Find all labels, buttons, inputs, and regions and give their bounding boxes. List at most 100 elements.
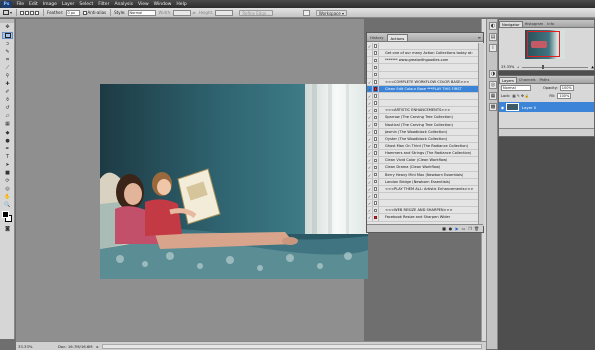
lock-pixels-icon[interactable]: ✎ bbox=[517, 94, 520, 98]
quick-select-tool-icon[interactable]: ✎ bbox=[2, 48, 13, 56]
info-dock-icon[interactable]: i bbox=[489, 44, 497, 52]
action-row[interactable]: ✓ Nautical (The Carving Tree Collection) bbox=[367, 121, 478, 129]
tab-navigator[interactable]: Navigator bbox=[499, 21, 523, 27]
workspace-button[interactable]: Workspace ▾ bbox=[315, 9, 347, 16]
panel-menu-icon[interactable]: ≡ bbox=[478, 35, 483, 41]
lock-transparency-icon[interactable]: ▦ bbox=[512, 94, 515, 98]
color-swatches[interactable] bbox=[0, 210, 14, 224]
crop-tool-icon[interactable]: ⌗ bbox=[2, 56, 13, 64]
dodge-tool-icon[interactable]: ● bbox=[2, 137, 13, 145]
record-icon[interactable]: ● bbox=[448, 226, 453, 231]
dialog-toggle-icon[interactable] bbox=[373, 71, 379, 78]
stop-icon[interactable]: ■ bbox=[442, 226, 447, 231]
action-row[interactable]: ✓ Clean Drama (Clean Workflow) bbox=[367, 164, 478, 172]
zoom-tool-icon[interactable]: 🔍 bbox=[2, 202, 13, 210]
tab-actions[interactable]: Actions bbox=[386, 34, 409, 41]
menu-file[interactable]: File bbox=[14, 2, 27, 7]
blend-mode-select[interactable]: Normal bbox=[501, 85, 531, 91]
foreground-color-swatch[interactable] bbox=[2, 211, 9, 219]
action-row[interactable]: ✓ Ghost Man On Third (The Radiance Collec… bbox=[367, 142, 478, 151]
action-row[interactable]: Get one of our many Action Collections t… bbox=[367, 50, 478, 58]
width-input[interactable] bbox=[173, 9, 192, 16]
layer-name[interactable]: Layer 0 bbox=[522, 105, 536, 110]
tab-history[interactable]: History bbox=[367, 34, 387, 41]
healing-brush-tool-icon[interactable]: ✚ bbox=[2, 80, 13, 88]
action-row[interactable] bbox=[367, 64, 478, 72]
fill-input[interactable]: 100% bbox=[557, 93, 572, 99]
action-row[interactable]: ✓ Sparrow (The Carving Tree Collection) bbox=[367, 114, 478, 122]
action-row[interactable]: ✓ <<<PLAY THEM ALL: Artistic Enhancements… bbox=[367, 185, 478, 193]
navigator-dock-icon[interactable]: ◐ bbox=[489, 22, 497, 30]
document-photo[interactable] bbox=[100, 84, 368, 279]
style-select[interactable]: Normal bbox=[127, 9, 156, 16]
menu-window[interactable]: Window bbox=[151, 2, 174, 7]
action-row[interactable]: ✓ Clean Vivid Color (Clean Workflow) bbox=[367, 157, 478, 165]
tab-info[interactable]: Info bbox=[545, 21, 556, 27]
new-set-icon[interactable]: ▭ bbox=[461, 226, 466, 231]
antialias-checkbox[interactable] bbox=[82, 10, 87, 15]
action-row[interactable]: ✓ bbox=[367, 92, 478, 101]
toolbox-grip[interactable] bbox=[0, 19, 14, 23]
dialog-toggle-icon[interactable] bbox=[373, 64, 379, 71]
dialog-toggle-icon[interactable] bbox=[373, 192, 379, 200]
gradient-tool-icon[interactable]: ▦ bbox=[2, 121, 13, 129]
hand-tool-icon[interactable]: ✋ bbox=[2, 194, 13, 202]
action-row[interactable]: ✓ bbox=[367, 43, 478, 51]
eraser-tool-icon[interactable]: ▱ bbox=[2, 113, 13, 121]
action-row[interactable]: ✓ <<<ARTISTIC ENHANCEMENTS>>> bbox=[367, 107, 478, 115]
play-icon[interactable]: ▶ bbox=[455, 226, 460, 231]
action-row[interactable]: ✓ Clean Edit Colour Base ***PLAY THIS FIR… bbox=[367, 85, 478, 93]
document-horizontal-scrollbar[interactable] bbox=[102, 343, 482, 349]
dialog-toggle-icon[interactable] bbox=[373, 100, 379, 107]
navigator-view-box[interactable] bbox=[527, 31, 560, 57]
new-action-icon[interactable]: ❐ bbox=[468, 226, 473, 231]
swap-icon[interactable]: ⇄ bbox=[192, 10, 195, 15]
status-menu-arrow-icon[interactable]: ▸ bbox=[97, 344, 99, 349]
lock-position-icon[interactable]: ✥ bbox=[521, 94, 524, 98]
action-row[interactable]: ✓ <<<COMPLETE WORKFLOW COLOR BASE>>> bbox=[367, 78, 478, 86]
layer-row[interactable]: ◉ Layer 0 bbox=[499, 102, 594, 112]
clone-stamp-tool-icon[interactable]: ⚱ bbox=[2, 96, 13, 104]
move-tool-icon[interactable]: ✥ bbox=[2, 24, 13, 32]
shape-tool-icon[interactable]: ■ bbox=[2, 169, 13, 177]
path-selection-tool-icon[interactable]: ➤ bbox=[2, 161, 13, 169]
lock-all-icon[interactable]: 🔒 bbox=[525, 94, 529, 98]
adjustments-dock-icon[interactable]: ◑ bbox=[489, 70, 497, 78]
zoom-out-icon[interactable]: ▵ bbox=[517, 65, 519, 69]
action-row[interactable]: ✓ Facebook Resize and Sharpen Wider bbox=[367, 214, 478, 222]
marquee-tool-preset[interactable]: ▾ bbox=[3, 10, 12, 15]
action-row[interactable]: ✓ London Bridge (Newborn Essentials) bbox=[367, 178, 478, 186]
action-row[interactable]: ✓ Jasmin (The Woodblock Collection) bbox=[367, 128, 478, 136]
menu-view[interactable]: View bbox=[135, 2, 151, 7]
refine-edge-button[interactable]: Refine Edge... bbox=[239, 9, 274, 16]
histogram-dock-icon[interactable]: ▤ bbox=[489, 33, 497, 41]
delete-icon[interactable]: 🗑 bbox=[474, 226, 479, 231]
opacity-input[interactable]: 100% bbox=[559, 85, 574, 91]
dialog-toggle-icon[interactable] bbox=[373, 43, 379, 50]
quick-mask-icon[interactable]: ◙ bbox=[2, 225, 13, 233]
action-row[interactable]: ******* www.greatwithgoodies.com bbox=[367, 57, 478, 65]
navigator-zoom-value[interactable]: 33.33% bbox=[501, 65, 514, 69]
3d-orbit-tool-icon[interactable]: ◎ bbox=[2, 185, 13, 193]
zoom-slider-knob[interactable] bbox=[541, 64, 545, 69]
action-row[interactable] bbox=[367, 71, 478, 79]
history-brush-tool-icon[interactable]: ↺ bbox=[2, 105, 13, 113]
menu-analysis[interactable]: Analysis bbox=[112, 2, 136, 7]
tab-paths[interactable]: Paths bbox=[538, 77, 552, 83]
height-input[interactable] bbox=[215, 9, 234, 16]
action-row[interactable]: ✓ bbox=[367, 100, 478, 108]
tab-channels[interactable]: Channels bbox=[517, 77, 538, 83]
brush-tool-icon[interactable]: ✐ bbox=[2, 88, 13, 96]
menu-layer[interactable]: Layer bbox=[59, 2, 77, 7]
action-row[interactable]: ✓ bbox=[367, 192, 478, 201]
dialog-toggle-icon[interactable] bbox=[373, 200, 379, 207]
pen-tool-icon[interactable]: ✒ bbox=[2, 145, 13, 153]
tab-histogram[interactable]: Histogram bbox=[523, 21, 546, 27]
eyedropper-tool-icon[interactable]: ⚲ bbox=[2, 72, 13, 80]
menu-filter[interactable]: Filter bbox=[96, 2, 112, 7]
menu-help[interactable]: Help bbox=[174, 2, 189, 7]
tab-layers[interactable]: Layers bbox=[499, 77, 517, 83]
visibility-eye-icon[interactable]: ◉ bbox=[499, 105, 506, 110]
zoom-slider[interactable] bbox=[522, 64, 589, 69]
actions-scrollbar[interactable] bbox=[478, 43, 484, 226]
